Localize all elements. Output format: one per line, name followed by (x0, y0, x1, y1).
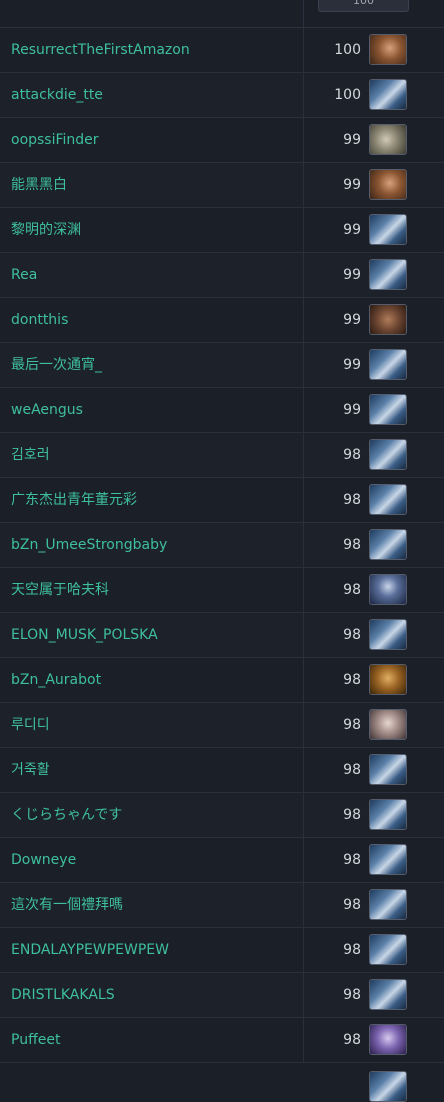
table-row: DRISTLKAKALS 98 (0, 973, 444, 1018)
player-name-link[interactable]: 广东杰出青年董元彩 (11, 478, 137, 523)
player-name-link[interactable]: 黎明的深渊 (11, 208, 81, 253)
default-portrait-icon[interactable] (369, 619, 407, 650)
player-level: 99 (343, 177, 361, 193)
top-strip: 100 (0, 0, 444, 28)
player-level: 98 (343, 762, 361, 778)
player-name-link[interactable]: 天空属于哈夫科 (11, 568, 109, 613)
assassin-portrait-icon[interactable] (369, 709, 407, 740)
default-portrait-icon[interactable] (369, 799, 407, 830)
druid-portrait-icon[interactable] (369, 664, 407, 695)
default-portrait-icon[interactable] (369, 349, 407, 380)
hooded-portrait-icon[interactable] (369, 574, 407, 605)
default-portrait-icon[interactable] (369, 979, 407, 1010)
amazon-portrait-icon[interactable] (369, 34, 407, 65)
table-row: Downeye 98 (0, 838, 444, 883)
player-name-link[interactable]: bZn_Aurabot (11, 658, 101, 703)
player-level: 98 (343, 987, 361, 1003)
player-level: 98 (343, 807, 361, 823)
player-level: 98 (343, 627, 361, 643)
player-name-link[interactable]: Downeye (11, 838, 76, 883)
partial-table-row (0, 1063, 444, 1102)
amazon-portrait-icon[interactable] (369, 169, 407, 200)
player-level: 98 (343, 717, 361, 733)
player-name-link[interactable]: Rea (11, 253, 37, 298)
player-name-link[interactable]: DRISTLKAKALS (11, 973, 115, 1018)
player-level: 98 (343, 852, 361, 868)
player-level: 98 (343, 537, 361, 553)
player-name-link[interactable]: 能黑黑白 (11, 163, 67, 208)
table-row: bZn_Aurabot 98 (0, 658, 444, 703)
player-name-link[interactable]: 김호러 (11, 433, 50, 478)
table-row: 天空属于哈夫科 98 (0, 568, 444, 613)
necromancer-portrait-icon[interactable] (369, 124, 407, 155)
player-level: 98 (343, 1032, 361, 1048)
player-name-link[interactable]: 最后一次通宵_ (11, 343, 102, 388)
default-portrait-icon[interactable] (369, 844, 407, 875)
player-name-link[interactable]: attackdie_tte (11, 73, 103, 118)
default-portrait-icon[interactable] (369, 889, 407, 920)
table-row: 김호러 98 (0, 433, 444, 478)
default-portrait-icon[interactable] (369, 529, 407, 560)
player-name-link[interactable]: 루디디 (11, 703, 50, 748)
player-level: 99 (343, 312, 361, 328)
player-level: 99 (343, 402, 361, 418)
table-row: 最后一次通宵_ 99 (0, 343, 444, 388)
player-level: 99 (343, 357, 361, 373)
table-row: 루디디 98 (0, 703, 444, 748)
player-level: 100 (334, 42, 361, 58)
player-name-link[interactable]: oopssiFinder (11, 118, 99, 163)
top-value-chip: 100 (318, 0, 409, 12)
player-level: 98 (343, 492, 361, 508)
table-row: dontthis 99 (0, 298, 444, 343)
table-row: ResurrectTheFirstAmazon 100 (0, 28, 444, 73)
player-name-link[interactable]: 거죽활 (11, 748, 50, 793)
player-name-link[interactable]: weAengus (11, 388, 83, 433)
leaderboard: 100 ResurrectTheFirstAmazon 100 attackdie_… (0, 0, 444, 1102)
default-portrait-icon[interactable] (369, 754, 407, 785)
player-name-link[interactable]: bZn_UmeeStrongbaby (11, 523, 167, 568)
barbarian-portrait-icon[interactable] (369, 304, 407, 335)
player-name-link[interactable]: 這次有一個禮拜嗎 (11, 883, 123, 928)
table-row: weAengus 99 (0, 388, 444, 433)
table-row: 能黑黑白 99 (0, 163, 444, 208)
player-level: 98 (343, 897, 361, 913)
sorceress-portrait-icon[interactable] (369, 1024, 407, 1055)
player-name-link[interactable]: ResurrectTheFirstAmazon (11, 28, 190, 73)
default-portrait-icon[interactable] (369, 394, 407, 425)
default-portrait-icon[interactable] (369, 79, 407, 110)
player-level: 99 (343, 222, 361, 238)
table-row: くじらちゃんです 98 (0, 793, 444, 838)
table-row: bZn_UmeeStrongbaby 98 (0, 523, 444, 568)
ranking-list: ResurrectTheFirstAmazon 100 attackdie_tte 1… (0, 28, 444, 1063)
player-level: 98 (343, 447, 361, 463)
table-row: ELON_MUSK_POLSKA 98 (0, 613, 444, 658)
table-row: 거죽활 98 (0, 748, 444, 793)
default-portrait-icon[interactable] (369, 439, 407, 470)
player-name-link[interactable]: くじらちゃんです (11, 793, 122, 838)
player-level: 100 (334, 87, 361, 103)
player-name-link[interactable]: dontthis (11, 298, 68, 343)
player-level: 99 (343, 267, 361, 283)
default-portrait-icon[interactable] (369, 934, 407, 965)
player-level: 99 (343, 132, 361, 148)
table-row: 广东杰出青年董元彩 98 (0, 478, 444, 523)
default-portrait-icon[interactable] (369, 484, 407, 515)
table-row: oopssiFinder 99 (0, 118, 444, 163)
player-name-link[interactable]: ELON_MUSK_POLSKA (11, 613, 158, 658)
table-row: Rea 99 (0, 253, 444, 298)
default-portrait-icon[interactable] (369, 259, 407, 290)
table-row: attackdie_tte 100 (0, 73, 444, 118)
table-row: 黎明的深渊 99 (0, 208, 444, 253)
player-level: 98 (343, 672, 361, 688)
table-row: ENDALAYPEWPEWPEW 98 (0, 928, 444, 973)
player-name-link[interactable]: Puffeet (11, 1018, 60, 1063)
player-level: 98 (343, 582, 361, 598)
player-name-link[interactable]: ENDALAYPEWPEWPEW (11, 928, 169, 973)
player-level: 98 (343, 942, 361, 958)
default-portrait-icon[interactable] (369, 214, 407, 245)
table-row: Puffeet 98 (0, 1018, 444, 1063)
table-row: 這次有一個禮拜嗎 98 (0, 883, 444, 928)
